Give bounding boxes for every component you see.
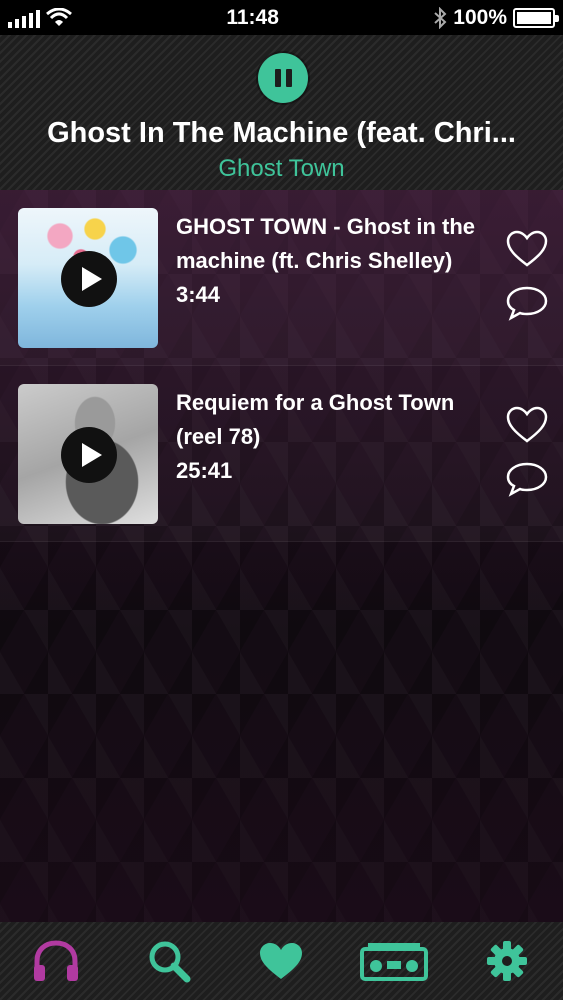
track-list: GHOST TOWN - Ghost in the machine (ft. C… [0, 190, 563, 922]
battery-icon [513, 7, 559, 28]
now-playing-title: Ghost In The Machine (feat. Chri... [47, 117, 516, 149]
track-duration: 25:41 [176, 458, 233, 483]
nav-radio[interactable] [359, 931, 429, 991]
now-playing-header: Ghost In The Machine (feat. Chri... Ghos… [0, 35, 563, 190]
heart-outline-icon[interactable] [505, 230, 549, 268]
play-icon[interactable] [61, 427, 117, 483]
track-info: GHOST TOWN - Ghost in the machine (ft. C… [176, 210, 496, 312]
bottom-nav [0, 922, 563, 1000]
track-title: GHOST TOWN - Ghost in the machine (ft. C… [176, 214, 476, 273]
track-duration: 3:44 [176, 282, 221, 307]
track-title: Requiem for a Ghost Town (reel 78) [176, 390, 455, 449]
nav-favorites[interactable] [246, 931, 316, 991]
comment-icon[interactable] [505, 284, 549, 322]
status-bar: 11:48 100% [0, 0, 563, 35]
track-item[interactable]: GHOST TOWN - Ghost in the machine (ft. C… [0, 190, 563, 366]
battery-percent: 100% [453, 5, 507, 29]
heart-icon [260, 943, 303, 979]
album-art[interactable] [18, 384, 158, 524]
status-time: 11:48 [226, 5, 279, 29]
headphones-icon [34, 940, 79, 981]
gear-icon [486, 941, 527, 981]
comment-icon[interactable] [505, 460, 549, 498]
track-actions [505, 230, 549, 322]
wifi-icon [46, 7, 72, 26]
nav-search[interactable] [134, 931, 204, 991]
track-actions [505, 406, 549, 498]
search-icon [149, 941, 191, 983]
track-item[interactable]: Requiem for a Ghost Town (reel 78) 25:41 [0, 366, 563, 542]
nav-headphones[interactable] [21, 931, 91, 991]
bluetooth-icon [434, 6, 447, 29]
pause-button[interactable] [258, 53, 308, 103]
pause-icon [274, 69, 281, 87]
heart-outline-icon[interactable] [505, 406, 549, 444]
play-icon[interactable] [61, 251, 117, 307]
status-left [8, 7, 72, 28]
album-art[interactable] [18, 208, 158, 348]
status-right: 100% [433, 5, 559, 30]
now-playing-artist[interactable]: Ghost Town [0, 155, 563, 183]
nav-settings[interactable] [472, 931, 542, 991]
track-info: Requiem for a Ghost Town (reel 78) 25:41 [176, 386, 496, 488]
radio-icon [360, 943, 429, 981]
signal-icon [8, 8, 40, 28]
